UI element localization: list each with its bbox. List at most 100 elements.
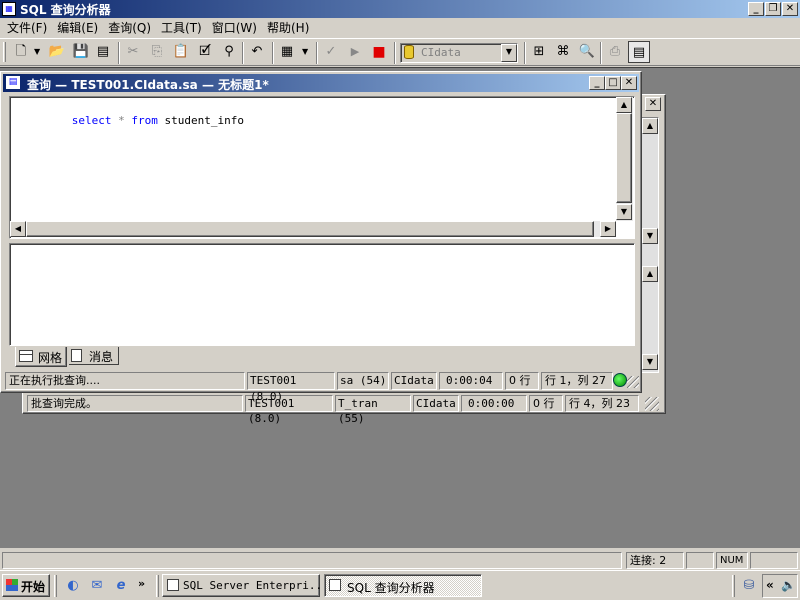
- start-label: 开始: [21, 580, 46, 594]
- cancel-query-icon[interactable]: ■: [368, 41, 390, 63]
- query-analysis-icon[interactable]: 🔍: [576, 41, 598, 63]
- background-status-bar: 批查询完成。 TEST001 (8.0) T_tran (55) CIdata …: [25, 395, 661, 425]
- results-pane[interactable]: [9, 243, 635, 346]
- toolbar: 🗋 ▼ 📂 💾 ▤ ✂ ⎘ 📋 🗹 ⚲ ↶ ▦ ▼ ✓ ▶ ■ CIdata ▼…: [0, 38, 800, 66]
- copy-icon[interactable]: ⎘: [146, 41, 168, 63]
- results-dropdown-icon[interactable]: ▼: [302, 47, 308, 56]
- menu-query[interactable]: 查询(Q): [103, 19, 156, 37]
- status-position: 行 1，列 27: [541, 372, 613, 390]
- new-dropdown-icon[interactable]: ▼: [34, 47, 40, 56]
- status-rows: 0 行: [529, 395, 563, 412]
- menu-tools[interactable]: 工具(T): [156, 19, 207, 37]
- status-end-panel: [750, 552, 798, 569]
- app-title: SQL 查询分析器: [20, 3, 111, 17]
- object-browser-icon[interactable]: ⊞: [528, 41, 550, 63]
- status-user: sa (54): [337, 372, 389, 390]
- paste-icon[interactable]: 📋: [170, 41, 192, 63]
- toolbar-separator: [316, 42, 318, 64]
- query-minimize-button[interactable]: _: [589, 76, 605, 90]
- scroll-down-icon[interactable]: ▼: [642, 228, 658, 244]
- menu-file[interactable]: 文件(F): [2, 19, 52, 37]
- task-enterprise-manager[interactable]: SQL Server Enterpri...: [162, 574, 329, 597]
- resize-grip-icon[interactable]: [627, 376, 639, 388]
- quicklaunch-more-icon[interactable]: »: [138, 577, 145, 590]
- menu-edit[interactable]: 编辑(E): [52, 19, 103, 37]
- resize-grip-icon[interactable]: [645, 397, 659, 411]
- properties-icon[interactable]: ⎙: [604, 41, 626, 63]
- sql-star: *: [118, 114, 125, 127]
- insert-template-icon[interactable]: ▤: [92, 41, 114, 63]
- outlook-icon[interactable]: ✉: [86, 575, 108, 597]
- app-titlebar: ▦ SQL 查询分析器 _ ❐ ✕: [0, 0, 800, 18]
- sql-service-manager-icon[interactable]: ⛁: [738, 575, 760, 597]
- task-label: SQL Server Enterpri...: [183, 579, 329, 592]
- object-search-icon[interactable]: ⌘: [552, 41, 574, 63]
- scroll-up-icon[interactable]: ▲: [642, 266, 658, 282]
- app-status-bar: 连接: 2 NUM: [0, 550, 800, 570]
- scroll-right-icon[interactable]: ▶: [600, 221, 616, 237]
- find-binoculars-icon[interactable]: ⚲: [218, 41, 240, 63]
- scroll-up-icon[interactable]: ▲: [616, 97, 632, 113]
- background-scrollbar[interactable]: ▲ ▼ ▲ ▼: [641, 117, 659, 373]
- scroll-down-icon[interactable]: ▼: [616, 204, 632, 220]
- query-close-button[interactable]: ✕: [621, 76, 637, 90]
- minimize-button[interactable]: _: [748, 2, 764, 16]
- scroll-left-icon[interactable]: ◀: [10, 221, 26, 237]
- show-desktop-icon[interactable]: ◐: [62, 575, 84, 597]
- new-query-icon[interactable]: 🗋: [10, 41, 32, 63]
- scroll-down-icon[interactable]: ▼: [642, 354, 658, 370]
- cut-icon[interactable]: ✂: [122, 41, 144, 63]
- status-empty-panel: [686, 552, 714, 569]
- query-status-bar: 正在执行批查询.... TEST001 (8.0) sa (54) CIdata…: [3, 372, 639, 403]
- grid-icon: [19, 350, 33, 362]
- status-server: TEST001 (8.0): [247, 372, 335, 403]
- sql-line: select * from student_info: [32, 101, 244, 140]
- database-select[interactable]: CIdata ▼: [400, 43, 518, 63]
- background-window-close-button[interactable]: ✕: [645, 97, 661, 111]
- app-icon: ▦: [2, 2, 16, 16]
- parse-check-icon[interactable]: ✓: [320, 41, 342, 63]
- tab-messages[interactable]: 消息: [69, 347, 119, 365]
- tray-expand-icon[interactable]: «: [766, 578, 774, 592]
- open-folder-icon[interactable]: 📂: [46, 41, 68, 63]
- status-connections: 连接: 2: [626, 552, 684, 569]
- internet-explorer-icon[interactable]: e: [110, 575, 132, 597]
- toolbar-separator: [524, 42, 526, 64]
- query-window-title: 查询 — TEST001.CIdata.sa — 无标题1*: [27, 78, 269, 92]
- save-icon[interactable]: 💾: [70, 41, 92, 63]
- taskbar-grip: [156, 575, 159, 597]
- editor-horizontal-scrollbar[interactable]: ◀ ▶: [10, 221, 616, 237]
- undo-icon[interactable]: ↶: [246, 41, 268, 63]
- sql-keyword-from: from: [131, 114, 158, 127]
- status-db: CIdata: [391, 372, 437, 390]
- windows-logo-icon: [6, 579, 18, 591]
- execute-icon[interactable]: ▶: [344, 41, 366, 63]
- clear-window-icon[interactable]: 🗹: [194, 41, 216, 63]
- volume-icon[interactable]: 🔈: [781, 578, 796, 592]
- query-window[interactable]: ▤ 查询 — TEST001.CIdata.sa — 无标题1* _ □ ✕ s…: [0, 71, 642, 403]
- database-dropdown-icon[interactable]: ▼: [501, 44, 517, 62]
- task-query-analyzer[interactable]: SQL 查询分析器: [324, 574, 482, 597]
- show-results-pane-icon[interactable]: ▤: [628, 41, 650, 63]
- start-button[interactable]: 开始: [2, 574, 50, 597]
- restore-button[interactable]: ❐: [765, 2, 781, 16]
- tab-grid[interactable]: 网格: [15, 347, 67, 367]
- enterprise-manager-icon: [167, 579, 179, 591]
- editor-vertical-scrollbar[interactable]: ▲ ▼: [616, 97, 633, 221]
- menu-window[interactable]: 窗口(W): [207, 19, 262, 37]
- connection-globe-icon: [613, 373, 627, 387]
- toolbar-separator: [118, 42, 120, 64]
- status-rows: 0 行: [505, 372, 539, 390]
- scroll-thumb[interactable]: [616, 113, 632, 203]
- toolbar-separator: [242, 42, 244, 64]
- quicklaunch-grip: [54, 575, 57, 597]
- toolbar-separator: [272, 42, 274, 64]
- sql-editor[interactable]: select * from student_info ▲ ▼ ◀ ▶: [9, 96, 635, 239]
- query-maximize-button[interactable]: □: [605, 76, 621, 90]
- scroll-thumb[interactable]: [26, 221, 594, 237]
- menu-help[interactable]: 帮助(H): [262, 19, 314, 37]
- scroll-up-icon[interactable]: ▲: [642, 118, 658, 134]
- results-grid-icon[interactable]: ▦: [276, 41, 298, 63]
- messages-icon: [71, 349, 82, 362]
- close-button[interactable]: ✕: [782, 2, 798, 16]
